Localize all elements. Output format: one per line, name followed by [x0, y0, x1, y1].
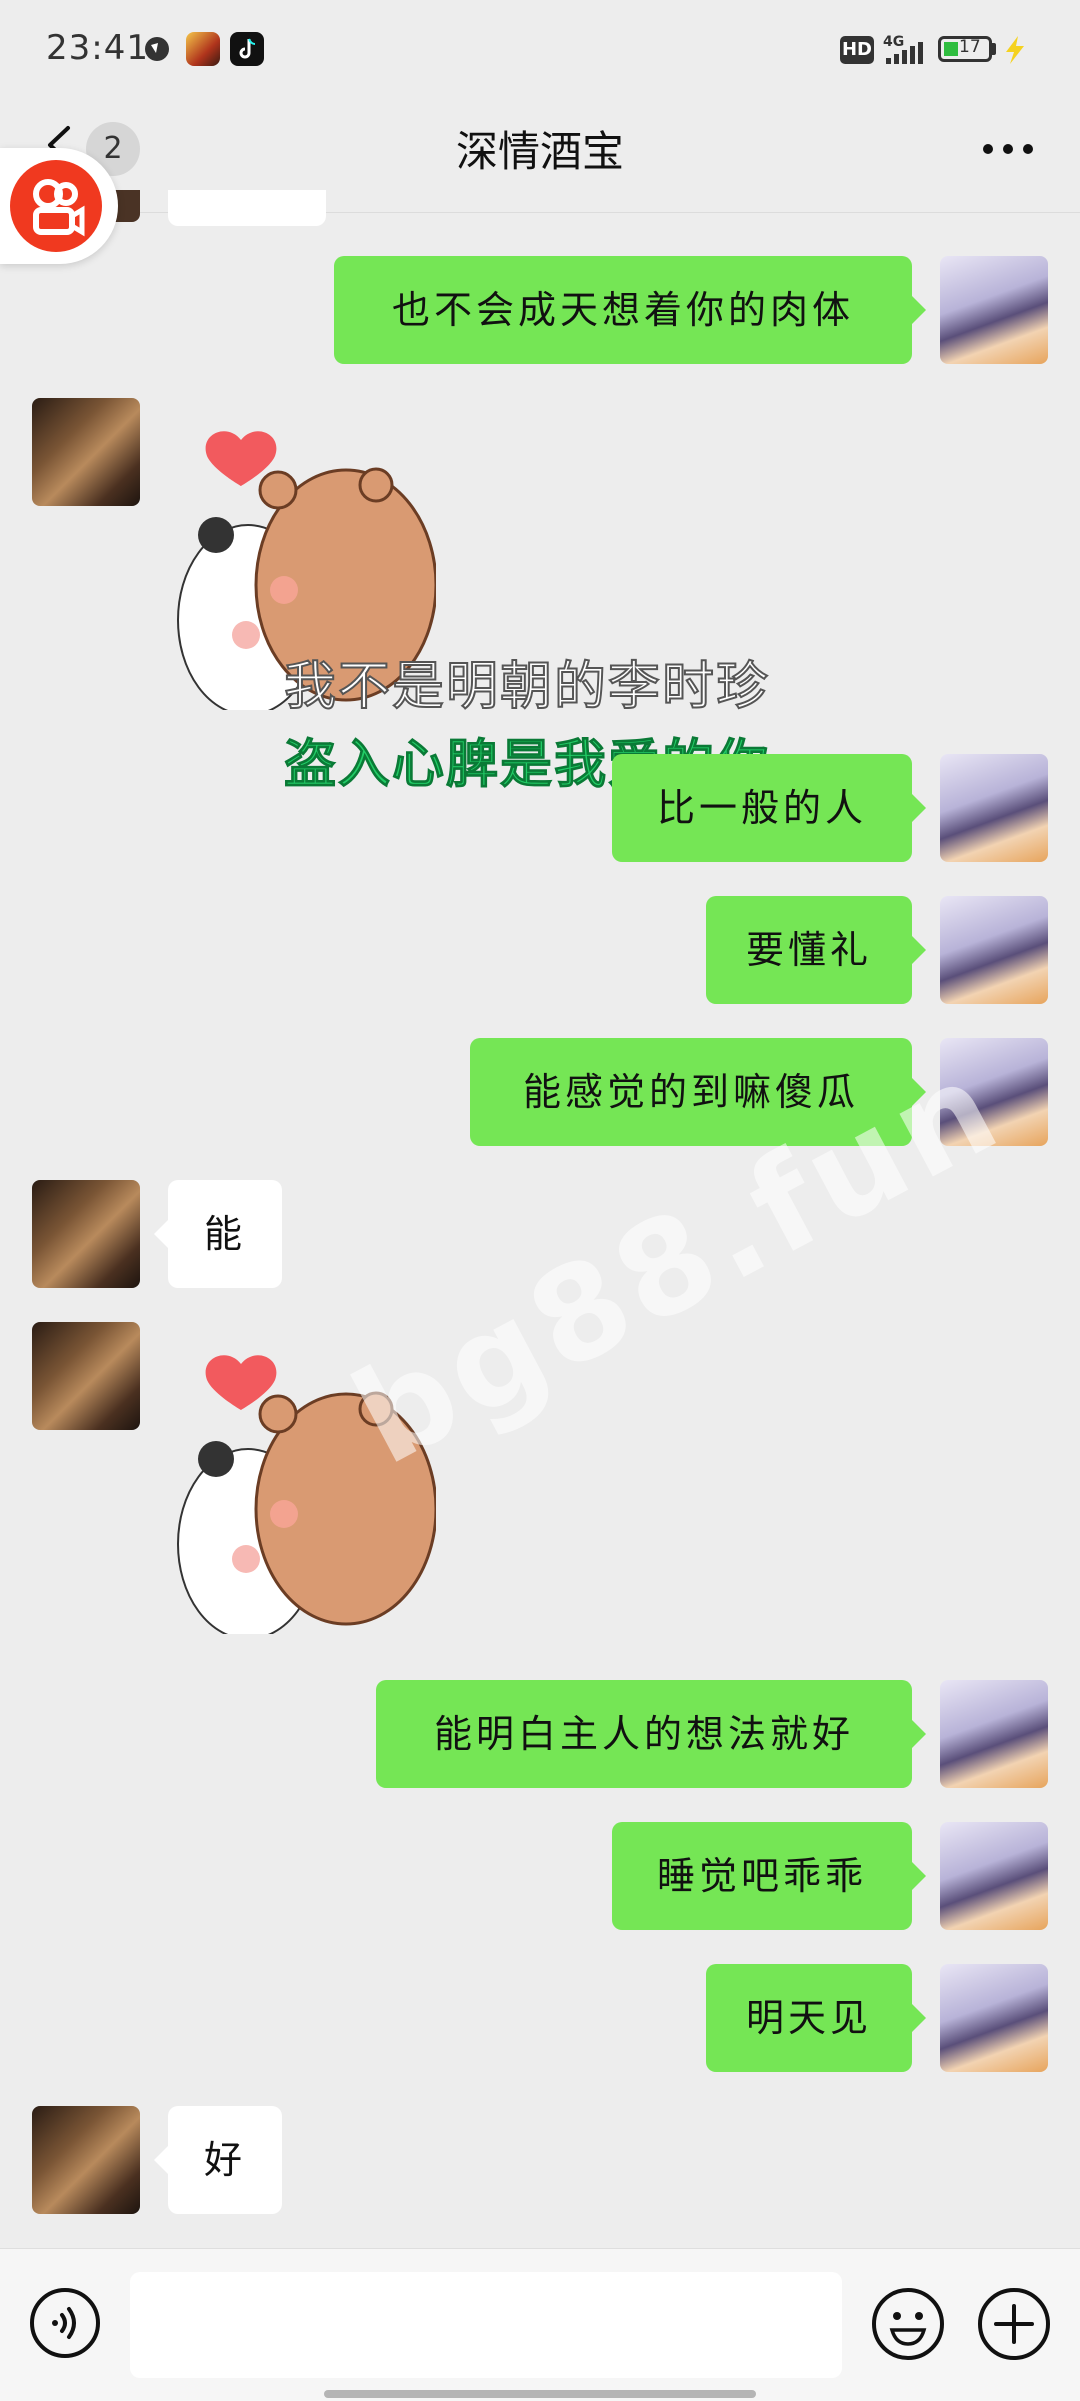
- my-avatar[interactable]: [940, 256, 1048, 364]
- header-divider: [0, 212, 1080, 213]
- emoji-icon[interactable]: [870, 2286, 946, 2362]
- battery-icon: 17: [938, 36, 992, 62]
- contact-avatar[interactable]: [32, 1322, 140, 1430]
- message-bubble-sent[interactable]: 比一般的人: [612, 754, 926, 862]
- message-bubble-received[interactable]: 能: [154, 1180, 282, 1288]
- contact-avatar[interactable]: [32, 2106, 140, 2214]
- message-bubble-sent[interactable]: 睡觉吧乖乖: [612, 1822, 926, 1930]
- status-time: 23:41: [46, 28, 149, 68]
- my-avatar[interactable]: [940, 1680, 1048, 1788]
- my-avatar[interactable]: [940, 1822, 1048, 1930]
- chat-title: 深情酒宝: [455, 127, 624, 176]
- app-badge-icon: [10, 160, 102, 252]
- contact-avatar[interactable]: [32, 398, 140, 506]
- message-bubble-received[interactable]: 好: [154, 2106, 282, 2214]
- svg-text:4G: 4G: [883, 34, 904, 50]
- floating-app-button[interactable]: [0, 148, 118, 264]
- message-bubble-sent[interactable]: 明天见: [706, 1964, 926, 2072]
- hd-indicator: HD: [840, 36, 874, 64]
- plus-icon[interactable]: [976, 2286, 1052, 2362]
- sticker-caption-line1: 我不是明朝的李时珍: [283, 656, 771, 718]
- message-input[interactable]: [130, 2272, 842, 2378]
- more-icon[interactable]: [980, 142, 1036, 156]
- tiktok-icon: [230, 32, 264, 66]
- contact-avatar[interactable]: [32, 1180, 140, 1288]
- charging-icon: [1006, 36, 1024, 64]
- signal-icon: 4G: [883, 34, 923, 64]
- message-bubble-sent[interactable]: 要懂礼: [706, 896, 926, 1004]
- home-indicator[interactable]: [324, 2390, 756, 2398]
- message-bubble-partial[interactable]: [168, 190, 326, 226]
- message-bubble-sent[interactable]: 也不会成天想着你的肉体: [334, 256, 926, 364]
- battery-level: 17: [959, 37, 981, 57]
- location-icon: [145, 37, 169, 61]
- my-avatar[interactable]: [940, 754, 1048, 862]
- game-app-icon: [186, 32, 220, 66]
- battery-tip: [992, 43, 996, 55]
- message-bubble-sent[interactable]: 能明白主人的想法就好: [376, 1680, 926, 1788]
- voice-icon[interactable]: [28, 2286, 102, 2360]
- my-avatar[interactable]: [940, 896, 1048, 1004]
- my-avatar[interactable]: [940, 1964, 1048, 2072]
- video-app-icon: [33, 179, 85, 237]
